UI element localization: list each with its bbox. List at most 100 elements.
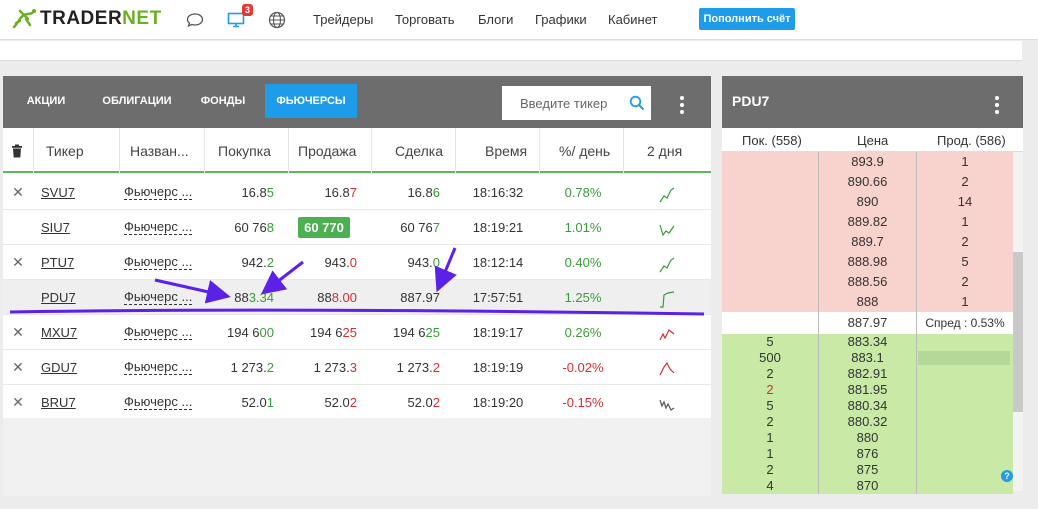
remove-row-icon[interactable]: ✕ [7, 385, 29, 420]
nav-blogs[interactable]: Блоги [478, 12, 513, 27]
ticker-link[interactable]: PTU7 [41, 255, 74, 270]
delete-all-icon[interactable] [11, 128, 23, 173]
tradernet-logo[interactable]: TRADERNET [10, 4, 162, 34]
bid-cell[interactable]: 16.8 5 [207, 175, 274, 210]
ticker-link[interactable]: PDU7 [41, 290, 76, 305]
orderbook-menu-icon[interactable] [995, 96, 999, 114]
bid-cell[interactable]: 194 6 00 [207, 315, 274, 350]
orderbook-bid-row[interactable]: 2 875 [722, 462, 1013, 478]
instrument-name-cell[interactable]: Фьючерс ... [124, 280, 193, 315]
column-time[interactable]: Время [485, 128, 527, 173]
ask-cell[interactable]: 194 6 25 [291, 315, 357, 350]
orderbook-ask-row[interactable]: 890 14 [722, 192, 1013, 212]
orderbook-ask-row[interactable]: 893.9 1 [722, 152, 1013, 172]
orderbook-ask-row[interactable]: 888.56 2 [722, 272, 1013, 292]
orderbook-scroll-thumb[interactable] [1013, 252, 1023, 412]
sparkline-cell[interactable] [627, 350, 707, 385]
more-menu-icon[interactable] [680, 96, 684, 114]
orderbook-bid-row[interactable]: 2 881.95 [722, 382, 1013, 398]
instrument-name[interactable]: Фьючерс ... [124, 290, 193, 305]
ticker-cell[interactable]: MXU7 [41, 315, 77, 350]
column-chart[interactable]: 2 дня [647, 128, 682, 173]
instrument-name[interactable]: Фьючерс ... [124, 360, 193, 375]
ticker-cell[interactable]: SIU7 [41, 210, 70, 245]
tab-funds[interactable]: ФОНДЫ [189, 84, 257, 118]
ticker-cell[interactable]: SVU7 [41, 175, 75, 210]
orderbook-ask-row[interactable]: 888 1 [722, 292, 1013, 312]
ticker-cell[interactable]: PDU7 [41, 280, 76, 315]
sparkline-cell[interactable] [627, 280, 707, 315]
orderbook-ask-row[interactable]: 889.7 2 [722, 232, 1013, 252]
top-up-account-button[interactable]: Пополнить счёт [699, 8, 795, 30]
remove-row-icon[interactable]: ✕ [7, 245, 29, 280]
tab-futures[interactable]: ФЬЮЧЕРСЫ [265, 84, 357, 118]
column-bid[interactable]: Покупка [218, 128, 271, 173]
orderbook-bid-row[interactable]: 1 880 [722, 430, 1013, 446]
bid-cell[interactable]: 1 273. 2 [207, 350, 274, 385]
tab-bonds[interactable]: ОБЛИГАЦИИ [87, 84, 187, 118]
instrument-name-cell[interactable]: Фьючерс ... [124, 315, 193, 350]
last-cell[interactable]: 52.0 2 [374, 385, 440, 420]
last-cell[interactable]: 16.8 6 [374, 175, 440, 210]
sparkline-cell[interactable] [627, 175, 707, 210]
column-change[interactable]: %/ день [559, 128, 610, 173]
orderbook-ask-row[interactable]: 890.66 2 [722, 172, 1013, 192]
ask-cell[interactable]: 52.0 2 [291, 385, 357, 420]
instrument-name-cell[interactable]: Фьючерс ... [124, 245, 193, 280]
chat-icon[interactable] [184, 9, 206, 31]
column-name[interactable]: Назван... [130, 128, 189, 173]
orderbook-bid-row[interactable]: 5 883.34 [722, 334, 1013, 350]
column-ask[interactable]: Продажа [298, 128, 356, 173]
table-row[interactable]: ✕ SVU7 Фьючерс ... 16.8 5 16.8 7 16.8 6 18:16:32 0… [3, 175, 711, 210]
nav-cabinet[interactable]: Кабинет [608, 12, 657, 27]
table-row[interactable]: PDU7 Фьючерс ... 88 3.34 88 8.00 887.97 17:57:5… [3, 280, 711, 315]
ask-cell[interactable]: 943. 0 [291, 245, 357, 280]
instrument-name[interactable]: Фьючерс ... [124, 395, 193, 410]
search-icon[interactable] [629, 95, 645, 111]
orderbook-bid-row[interactable]: 2 882.91 [722, 366, 1013, 382]
column-ticker[interactable]: Тикер [46, 128, 84, 173]
orderbook-ask-row[interactable]: 888.98 5 [722, 252, 1013, 272]
sparkline-cell[interactable] [627, 315, 707, 350]
ticker-link[interactable]: SVU7 [41, 185, 75, 200]
sparkline-cell[interactable] [627, 210, 707, 245]
orderbook-ask-row[interactable]: 889.82 1 [722, 212, 1013, 232]
orderbook-bid-row[interactable]: 4 870 [722, 478, 1013, 494]
last-cell[interactable]: 943. 0 [374, 245, 440, 280]
table-row[interactable]: ✕ MXU7 Фьючерс ... 194 6 00 194 6 25 194 6 25 18:… [3, 315, 711, 350]
ticker-link[interactable]: SIU7 [41, 220, 70, 235]
instrument-name[interactable]: Фьючерс ... [124, 325, 193, 340]
instrument-name[interactable]: Фьючерс ... [124, 220, 193, 235]
ticker-link[interactable]: BRU7 [41, 395, 76, 410]
sparkline-cell[interactable] [627, 245, 707, 280]
instrument-name[interactable]: Фьючерс ... [124, 255, 193, 270]
instrument-name[interactable]: Фьючерс ... [124, 185, 193, 200]
ticker-cell[interactable]: GDU7 [41, 350, 77, 385]
instrument-name-cell[interactable]: Фьючерс ... [124, 175, 193, 210]
remove-row-icon[interactable]: ✕ [7, 175, 29, 210]
orderbook-bid-row[interactable]: 5 880.34 [722, 398, 1013, 414]
bid-cell[interactable]: 942. 2 [207, 245, 274, 280]
ticker-cell[interactable]: BRU7 [41, 385, 76, 420]
bid-cell[interactable]: 88 3.34 [207, 280, 274, 315]
table-row[interactable]: ✕ GDU7 Фьючерс ... 1 273. 2 1 273. 3 1 273. 2 18:… [3, 350, 711, 385]
last-cell[interactable]: 194 6 25 [374, 315, 440, 350]
instrument-name-cell[interactable]: Фьючерс ... [124, 385, 193, 420]
ticker-link[interactable]: GDU7 [41, 360, 77, 375]
last-cell[interactable]: 887.97 [374, 280, 440, 315]
nav-trade[interactable]: Торговать [395, 12, 455, 27]
ticker-search-input[interactable]: Введите тикер [502, 86, 651, 120]
table-row[interactable]: ✕ BRU7 Фьючерс ... 52.0 1 52.0 2 52.0 2 18:19:20-… [3, 385, 711, 420]
instrument-name-cell[interactable]: Фьючерс ... [124, 350, 193, 385]
table-row[interactable]: SIU7 Фьючерс ... 60 76 8 60 770 60 76 7 18:19:2… [3, 210, 711, 245]
ask-cell[interactable]: 16.8 7 [291, 175, 357, 210]
help-icon[interactable]: ? [1001, 470, 1013, 482]
sparkline-cell[interactable] [627, 385, 707, 420]
column-last[interactable]: Сделка [395, 128, 443, 173]
remove-row-icon[interactable]: ✕ [7, 315, 29, 350]
ask-cell[interactable]: 88 8.00 [291, 280, 357, 315]
ask-cell[interactable]: 1 273. 3 [291, 350, 357, 385]
tab-stocks[interactable]: АКЦИИ [15, 84, 77, 118]
orderbook-bid-row[interactable]: 500 883.1 [722, 350, 1013, 366]
nav-charts[interactable]: Графики [535, 12, 587, 27]
